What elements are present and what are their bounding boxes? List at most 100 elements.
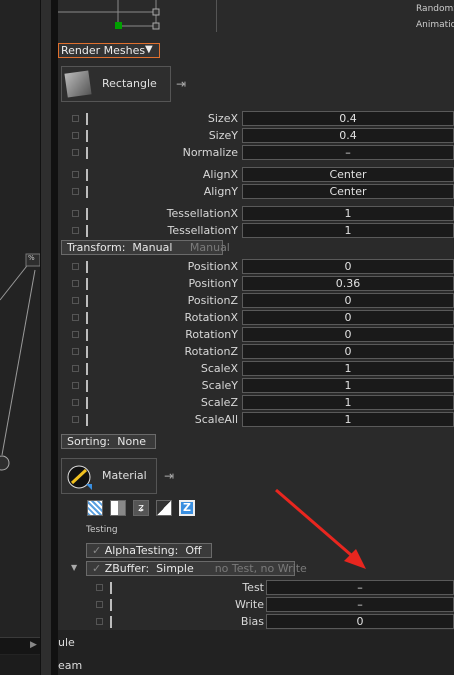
zbuffer-label: ZBuffer: <box>104 562 150 575</box>
row-checkbox[interactable] <box>72 382 79 389</box>
property-label: AlignX <box>202 168 238 181</box>
mesh-selector[interactable]: Rectangle <box>61 66 171 102</box>
blend-mode-icon[interactable] <box>110 500 126 516</box>
row-indicator <box>86 208 88 220</box>
row-indicator <box>86 329 88 341</box>
row-indicator <box>110 582 112 594</box>
row-indicator <box>110 616 112 628</box>
alpha-testing-dropdown[interactable]: ✓ AlphaTesting: Off <box>86 543 212 558</box>
property-label: RotationZ <box>184 345 238 358</box>
render-meshes-label: Render Meshes <box>61 44 146 57</box>
property-value-field[interactable]: – <box>266 580 454 595</box>
cutout-mode-icon[interactable] <box>156 500 172 516</box>
material-caption: Testing <box>86 525 118 535</box>
property-label: PositionZ <box>187 294 238 307</box>
property-value-field[interactable]: Center <box>242 167 454 182</box>
property-value-field[interactable]: – <box>266 597 454 612</box>
row-checkbox[interactable] <box>72 210 79 217</box>
row-indicator <box>86 380 88 392</box>
property-value-field[interactable]: 1 <box>242 223 454 238</box>
property-row: PositionZ 0 <box>0 292 454 309</box>
wave-mode-icon[interactable]: ʑ <box>133 500 149 516</box>
property-row: RotationZ 0 <box>0 343 454 360</box>
property-row: TessellationX 1 <box>0 205 454 222</box>
property-row: RotationX 0 <box>0 309 454 326</box>
zbuffer-dropdown[interactable]: ✓ ZBuffer: Simple no Test, no Write <box>86 561 307 576</box>
row-checkbox[interactable] <box>72 399 79 406</box>
row-indicator <box>86 225 88 237</box>
property-row: PositionY 0.36 <box>0 275 454 292</box>
property-label: TessellationY <box>167 224 239 237</box>
row-checkbox[interactable] <box>72 227 79 234</box>
property-value-field[interactable]: 0 <box>242 344 454 359</box>
property-value-field[interactable]: 1 <box>242 378 454 393</box>
property-label: ScaleY <box>201 379 238 392</box>
zbuffer-mode-icon[interactable]: Z <box>179 500 195 516</box>
render-meshes-dropdown[interactable]: Render Meshes ▼ <box>58 43 160 58</box>
top-divider <box>216 0 217 32</box>
bottom-item-2[interactable]: eam <box>58 659 82 672</box>
property-value-field[interactable]: 0 <box>266 614 454 629</box>
alpha-testing-label: AlphaTesting: <box>104 544 179 557</box>
material-link-icon[interactable]: ⇥ <box>164 469 174 483</box>
row-checkbox[interactable] <box>72 263 79 270</box>
property-value-field[interactable]: 0.4 <box>242 128 454 143</box>
material-name: Material <box>102 469 147 482</box>
transform-mode-dropdown[interactable]: Transform: Manual Manual <box>61 240 230 255</box>
row-checkbox[interactable] <box>72 297 79 304</box>
property-value-field[interactable]: 0.4 <box>242 111 454 126</box>
property-value-field[interactable]: 0 <box>242 310 454 325</box>
row-checkbox[interactable] <box>96 618 103 625</box>
row-checkbox[interactable] <box>72 280 79 287</box>
sorting-dropdown[interactable]: Sorting: None <box>61 434 156 449</box>
row-checkbox[interactable] <box>72 171 79 178</box>
property-value-field[interactable]: 0 <box>242 259 454 274</box>
property-value-field[interactable]: 0 <box>242 293 454 308</box>
property-label: SizeX <box>207 112 238 125</box>
property-row: Normalize – <box>0 144 454 161</box>
row-checkbox[interactable] <box>72 132 79 139</box>
row-checkbox[interactable] <box>72 314 79 321</box>
property-value-field[interactable]: Center <box>242 184 454 199</box>
property-row: SizeX 0.4 <box>0 110 454 127</box>
row-checkbox[interactable] <box>72 365 79 372</box>
property-row: AlignX Center <box>0 166 454 183</box>
row-indicator <box>86 113 88 125</box>
transparency-mode-icon[interactable] <box>87 500 103 516</box>
mesh-name: Rectangle <box>102 77 157 90</box>
property-value-field[interactable]: – <box>242 145 454 160</box>
alpha-testing-value: Off <box>185 544 202 557</box>
row-checkbox[interactable] <box>72 115 79 122</box>
property-value-field[interactable]: 1 <box>242 395 454 410</box>
row-checkbox[interactable] <box>72 416 79 423</box>
bottom-item-1[interactable]: ule <box>58 636 75 649</box>
right-text-2: Animation <box>416 20 454 30</box>
row-checkbox[interactable] <box>96 601 103 608</box>
row-checkbox[interactable] <box>72 348 79 355</box>
scroll-right-arrow-icon[interactable]: ▶ <box>30 640 37 650</box>
row-checkbox[interactable] <box>72 149 79 156</box>
row-checkbox[interactable] <box>72 188 79 195</box>
row-indicator <box>86 186 88 198</box>
row-indicator <box>86 278 88 290</box>
property-value-field[interactable]: 0 <box>242 327 454 342</box>
property-value-field[interactable]: 0.36 <box>242 276 454 291</box>
row-indicator <box>86 147 88 159</box>
material-selector[interactable]: Material <box>61 458 157 494</box>
property-row: SizeY 0.4 <box>0 127 454 144</box>
property-row: ScaleAll 1 <box>0 411 454 428</box>
graph-horizontal-scrollbar[interactable]: ▶ <box>0 637 40 654</box>
link-icon[interactable]: ⇥ <box>176 77 186 91</box>
property-label: PositionY <box>188 277 238 290</box>
row-indicator <box>110 599 112 611</box>
property-value-field[interactable]: 1 <box>242 361 454 376</box>
collapse-triangle-icon[interactable]: ▼ <box>71 563 77 572</box>
property-row: Bias 0 <box>0 613 454 630</box>
property-label: TessellationX <box>166 207 238 220</box>
property-label: ScaleZ <box>200 396 238 409</box>
row-checkbox[interactable] <box>72 331 79 338</box>
transform-label: Transform: <box>67 241 126 254</box>
property-value-field[interactable]: 1 <box>242 412 454 427</box>
property-value-field[interactable]: 1 <box>242 206 454 221</box>
row-checkbox[interactable] <box>96 584 103 591</box>
